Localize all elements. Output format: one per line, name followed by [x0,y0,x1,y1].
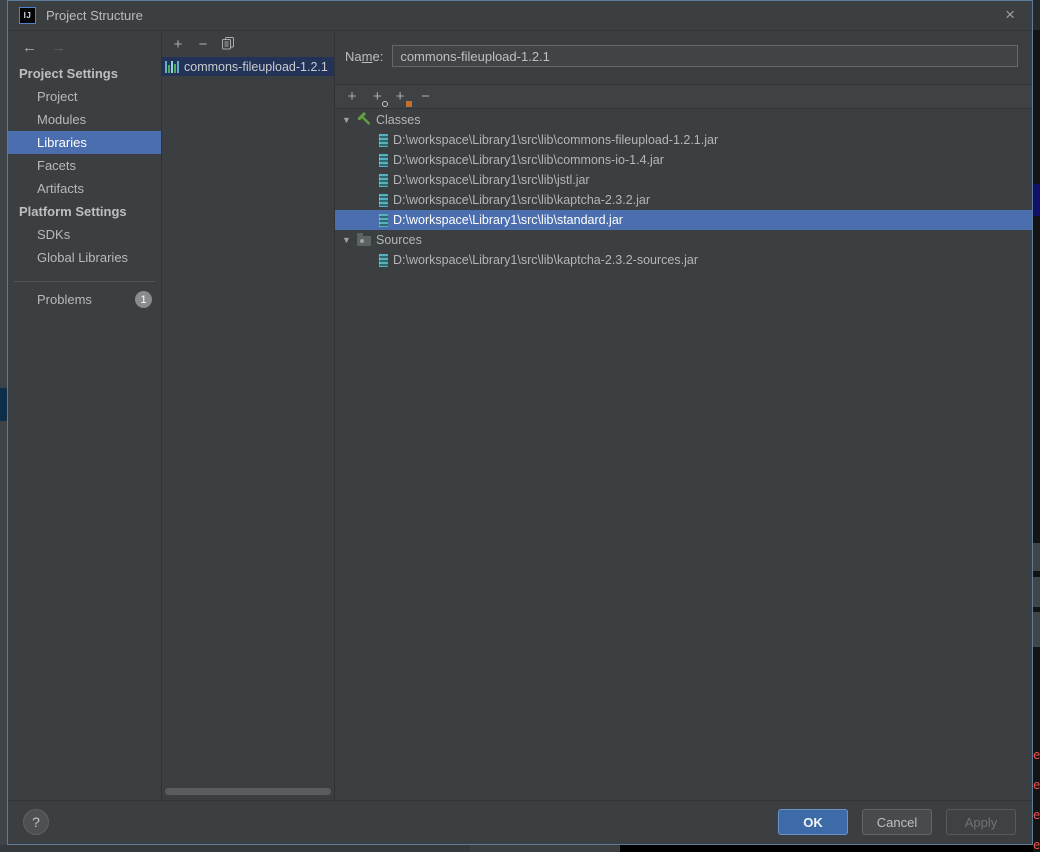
jar-path-label: D:\workspace\Library1\src\lib\standard.j… [393,213,623,227]
tree-group-classes[interactable]: ▼ Classes [335,110,1032,130]
forward-arrow-icon[interactable]: → [51,38,66,58]
library-editor-panel: Name: + + + − ▼ [335,32,1032,800]
library-editor-toolbar: + + + − [335,84,1032,109]
library-name-input[interactable] [392,45,1018,67]
project-structure-dialog: IJ Project Structure × ← → Project Setti… [7,0,1033,845]
sidebar-item-global-libraries[interactable]: Global Libraries [8,246,161,269]
history-navigation: ← → [8,32,161,58]
background-error-text: e [1033,808,1040,822]
remove-library-icon[interactable]: − [196,37,210,52]
tree-group-label: Classes [376,113,421,127]
sidebar-item-sdks[interactable]: SDKs [8,223,161,246]
jar-path-label: D:\workspace\Library1\src\lib\kaptcha-2.… [393,193,651,207]
dialog-footer: ? OK Cancel Apply [8,800,1032,844]
jar-file-icon [379,193,388,207]
tree-row-jar-selected[interactable]: D:\workspace\Library1\src\lib\standard.j… [335,210,1032,230]
background-fragment [1033,543,1040,571]
sidebar-item-modules[interactable]: Modules [8,108,161,131]
settings-nav: Project Settings Project Modules Librari… [8,62,161,269]
background-error-text: e [1033,838,1040,852]
sidebar-item-facets[interactable]: Facets [8,154,161,177]
horizontal-scrollbar[interactable] [165,788,331,795]
jar-path-label: D:\workspace\Library1\src\lib\kaptcha-2.… [393,253,698,267]
background-left-strip [0,0,7,845]
chevron-down-icon[interactable]: ▼ [342,235,352,245]
jar-file-icon [379,153,388,167]
background-right-strip: e e e e [1033,0,1040,852]
jar-path-label: D:\workspace\Library1\src\lib\commons-io… [393,153,664,167]
library-list-panel: + − commons-fileupload-1.2.1 [161,32,335,800]
problems-count-badge: 1 [135,291,152,308]
cancel-button[interactable]: Cancel [862,809,932,835]
background-fragment [1033,0,1040,30]
jar-file-icon [379,173,388,187]
jar-file-icon [379,253,388,267]
library-list-toolbar: + − [162,32,334,57]
sidebar-item-artifacts[interactable]: Artifacts [8,177,161,200]
jar-file-icon [379,213,388,227]
library-item-label: commons-fileupload-1.2.1 [184,59,328,74]
close-icon[interactable]: × [1005,6,1015,23]
remove-root-icon[interactable]: − [419,89,433,104]
jar-path-label: D:\workspace\Library1\src\lib\jstl.jar [393,173,590,187]
attach-badge-icon [381,100,388,107]
chevron-down-icon[interactable]: ▼ [342,115,352,125]
apply-button[interactable]: Apply [946,809,1016,835]
background-fragment [1033,577,1040,607]
tree-row-jar[interactable]: D:\workspace\Library1\src\lib\jstl.jar [335,170,1032,190]
tree-row-jar[interactable]: D:\workspace\Library1\src\lib\kaptcha-2.… [335,250,1032,270]
directory-badge-icon [405,100,412,107]
background-bottom-strip [0,845,470,852]
footer-buttons: OK Cancel Apply [778,809,1016,835]
settings-sidebar: ← → Project Settings Project Modules Lib… [8,32,161,800]
background-bottom-strip [470,845,620,852]
sidebar-item-libraries[interactable]: Libraries [8,131,161,154]
sources-folder-icon [357,233,371,246]
library-name-row: Name: [335,32,1032,67]
jar-path-label: D:\workspace\Library1\src\lib\commons-fi… [393,133,719,147]
sidebar-item-problems[interactable]: Problems 1 [8,291,161,308]
library-list-item[interactable]: commons-fileupload-1.2.1 [162,57,334,76]
project-settings-header: Project Settings [19,66,118,81]
back-arrow-icon[interactable]: ← [22,38,37,58]
copy-library-icon[interactable] [221,36,235,53]
name-label: Name: [345,48,384,64]
tree-row-jar[interactable]: D:\workspace\Library1\src\lib\kaptcha-2.… [335,190,1032,210]
jar-file-icon [379,133,388,147]
intellij-logo-icon: IJ [19,7,36,24]
tree-row-jar[interactable]: D:\workspace\Library1\src\lib\commons-io… [335,150,1032,170]
problems-label: Problems [37,292,92,307]
library-icon [165,60,179,73]
classes-icon [357,111,371,129]
add-jar-directory-icon[interactable]: + [396,88,412,107]
sidebar-item-project[interactable]: Project [8,85,161,108]
background-fragment [1033,184,1040,216]
platform-settings-header: Platform Settings [19,204,127,219]
dialog-title: Project Structure [46,8,143,23]
dialog-content: ← → Project Settings Project Modules Lib… [8,32,1032,800]
library-roots-tree: ▼ Classes D:\workspace\Library1\src\lib\… [335,110,1032,270]
background-error-text: e [1033,778,1040,792]
help-icon[interactable]: ? [23,809,49,835]
tree-row-jar[interactable]: D:\workspace\Library1\src\lib\commons-fi… [335,130,1032,150]
background-error-text: e [1033,748,1040,762]
add-files-icon[interactable]: + [345,89,359,104]
background-fragment [0,388,7,421]
tree-group-sources[interactable]: ▼ Sources [335,230,1032,250]
sidebar-separator [14,281,155,282]
ok-button[interactable]: OK [778,809,848,835]
background-fragment [1033,612,1040,647]
tree-group-label: Sources [376,233,422,247]
attach-files-icon[interactable]: + [373,88,388,107]
add-library-icon[interactable]: + [171,37,185,52]
dialog-titlebar[interactable]: IJ Project Structure × [8,1,1032,31]
